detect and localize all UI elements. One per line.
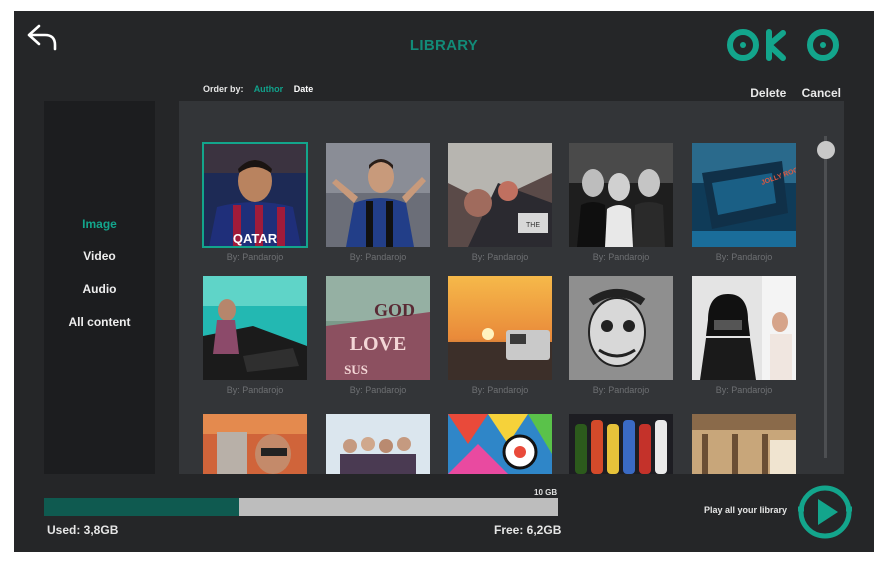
category-sidebar: Image Video Audio All content xyxy=(44,101,155,474)
play-all-label: Play all your library xyxy=(704,505,788,515)
thumbnail-image[interactable] xyxy=(326,143,430,247)
play-icon[interactable] xyxy=(796,483,854,541)
svg-text:LOVE: LOVE xyxy=(350,333,407,355)
used-storage-label: Used: 3,8GB xyxy=(47,523,119,537)
thumbnail-caption: By: Pandarojo xyxy=(349,385,407,395)
storage-bar xyxy=(44,498,558,516)
sidebar-item-all-content[interactable]: All content xyxy=(44,315,155,329)
thumbnail-image[interactable] xyxy=(569,276,673,380)
action-bar: Delete Cancel xyxy=(738,86,841,100)
sidebar-item-image[interactable]: Image xyxy=(44,217,155,231)
order-by-bar: Order by: Author Date xyxy=(203,84,321,94)
thumbnail-caption: By: Pandarojo xyxy=(226,385,284,395)
thumbnail-image[interactable] xyxy=(569,143,673,247)
sidebar-item-video[interactable]: Video xyxy=(44,249,155,263)
thumbnail-image[interactable] xyxy=(203,414,307,474)
thumbnail-image[interactable] xyxy=(326,414,430,474)
order-by-label: Order by: xyxy=(203,84,244,94)
sidebar-item-audio[interactable]: Audio xyxy=(44,282,155,296)
thumbnail-caption: By: Pandarojo xyxy=(715,385,773,395)
thumbnail-caption: By: Pandarojo xyxy=(471,385,529,395)
delete-button[interactable]: Delete xyxy=(750,86,786,100)
scrollbar-track[interactable] xyxy=(824,136,827,458)
capacity-label: 10 GB xyxy=(534,488,558,497)
storage-used-fill xyxy=(44,498,239,516)
thumbnail-image[interactable]: JOLLY ROGER xyxy=(692,143,796,247)
thumbnail-caption: By: Pandarojo xyxy=(715,252,773,262)
thumbnail-image[interactable] xyxy=(692,414,796,474)
thumbnail-image[interactable] xyxy=(203,276,307,380)
order-option-author[interactable]: Author xyxy=(254,84,284,94)
thumbnail-caption: By: Pandarojo xyxy=(226,252,284,262)
svg-text:GOD: GOD xyxy=(374,300,415,320)
thumbnail-image[interactable] xyxy=(448,276,552,380)
svg-text:THE: THE xyxy=(526,222,540,229)
oko-logo xyxy=(725,26,845,64)
thumbnail-image[interactable] xyxy=(569,414,673,474)
thumbnail-image[interactable] xyxy=(448,414,552,474)
svg-text:QATAR: QATAR xyxy=(233,231,278,246)
scrollbar-thumb[interactable] xyxy=(817,141,835,159)
image-grid: QATAR By: Pandarojo By: Pandarojo THE By… xyxy=(179,101,844,474)
thumbnail-caption: By: Pandarojo xyxy=(592,385,650,395)
free-storage-label: Free: 6,2GB xyxy=(494,523,562,537)
svg-text:SUS: SUS xyxy=(344,362,368,377)
cancel-button[interactable]: Cancel xyxy=(802,86,841,100)
app-window: LIBRARY Order by: Author Date Delete Can… xyxy=(14,11,874,552)
order-option-date[interactable]: Date xyxy=(294,84,314,94)
thumbnail-image[interactable]: QATAR xyxy=(202,142,308,248)
thumbnail-image[interactable]: GOD LOVE SUS xyxy=(326,276,430,380)
thumbnail-image[interactable] xyxy=(692,276,796,380)
thumbnail-caption: By: Pandarojo xyxy=(592,252,650,262)
thumbnail-image[interactable]: THE xyxy=(448,143,552,247)
thumbnail-caption: By: Pandarojo xyxy=(471,252,529,262)
thumbnail-caption: By: Pandarojo xyxy=(349,252,407,262)
